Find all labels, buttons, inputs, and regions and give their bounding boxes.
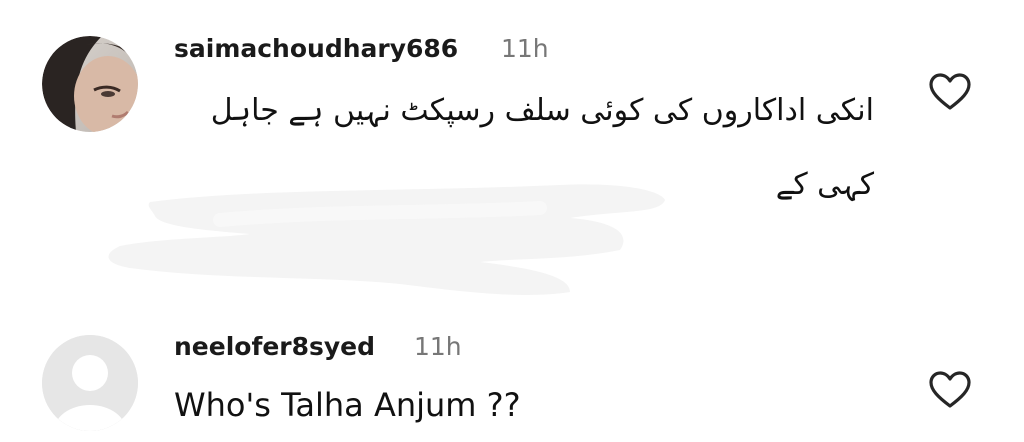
- timestamp: 11h: [501, 34, 549, 63]
- like-button[interactable]: [928, 370, 972, 410]
- timestamp: 11h: [414, 332, 462, 361]
- heart-outline-icon: [929, 73, 971, 110]
- comment-text: Who's Talha Anjum ??: [174, 386, 521, 424]
- avatar[interactable]: [42, 36, 138, 132]
- like-button[interactable]: [928, 72, 972, 112]
- redaction-smudge: [108, 184, 665, 295]
- username[interactable]: saimachoudhary686: [174, 34, 458, 63]
- default-profile-avatar-icon: [42, 335, 138, 431]
- comment-item: neelofer8syed 11h Who's Talha Anjum ??: [0, 310, 1024, 442]
- comment-text-line-2: کہی کے: [775, 167, 874, 202]
- comment-item: saimachoudhary686 11h انکی اداکاروں کی ک…: [0, 0, 1024, 310]
- profile-photo-image: [42, 36, 138, 132]
- username[interactable]: neelofer8syed: [174, 332, 375, 361]
- heart-outline-icon: [929, 371, 971, 408]
- avatar[interactable]: [42, 335, 138, 431]
- comment-text-line-1: انکی اداکاروں کی کوئی سلف رسپکٹ نہیں ہے …: [210, 93, 874, 128]
